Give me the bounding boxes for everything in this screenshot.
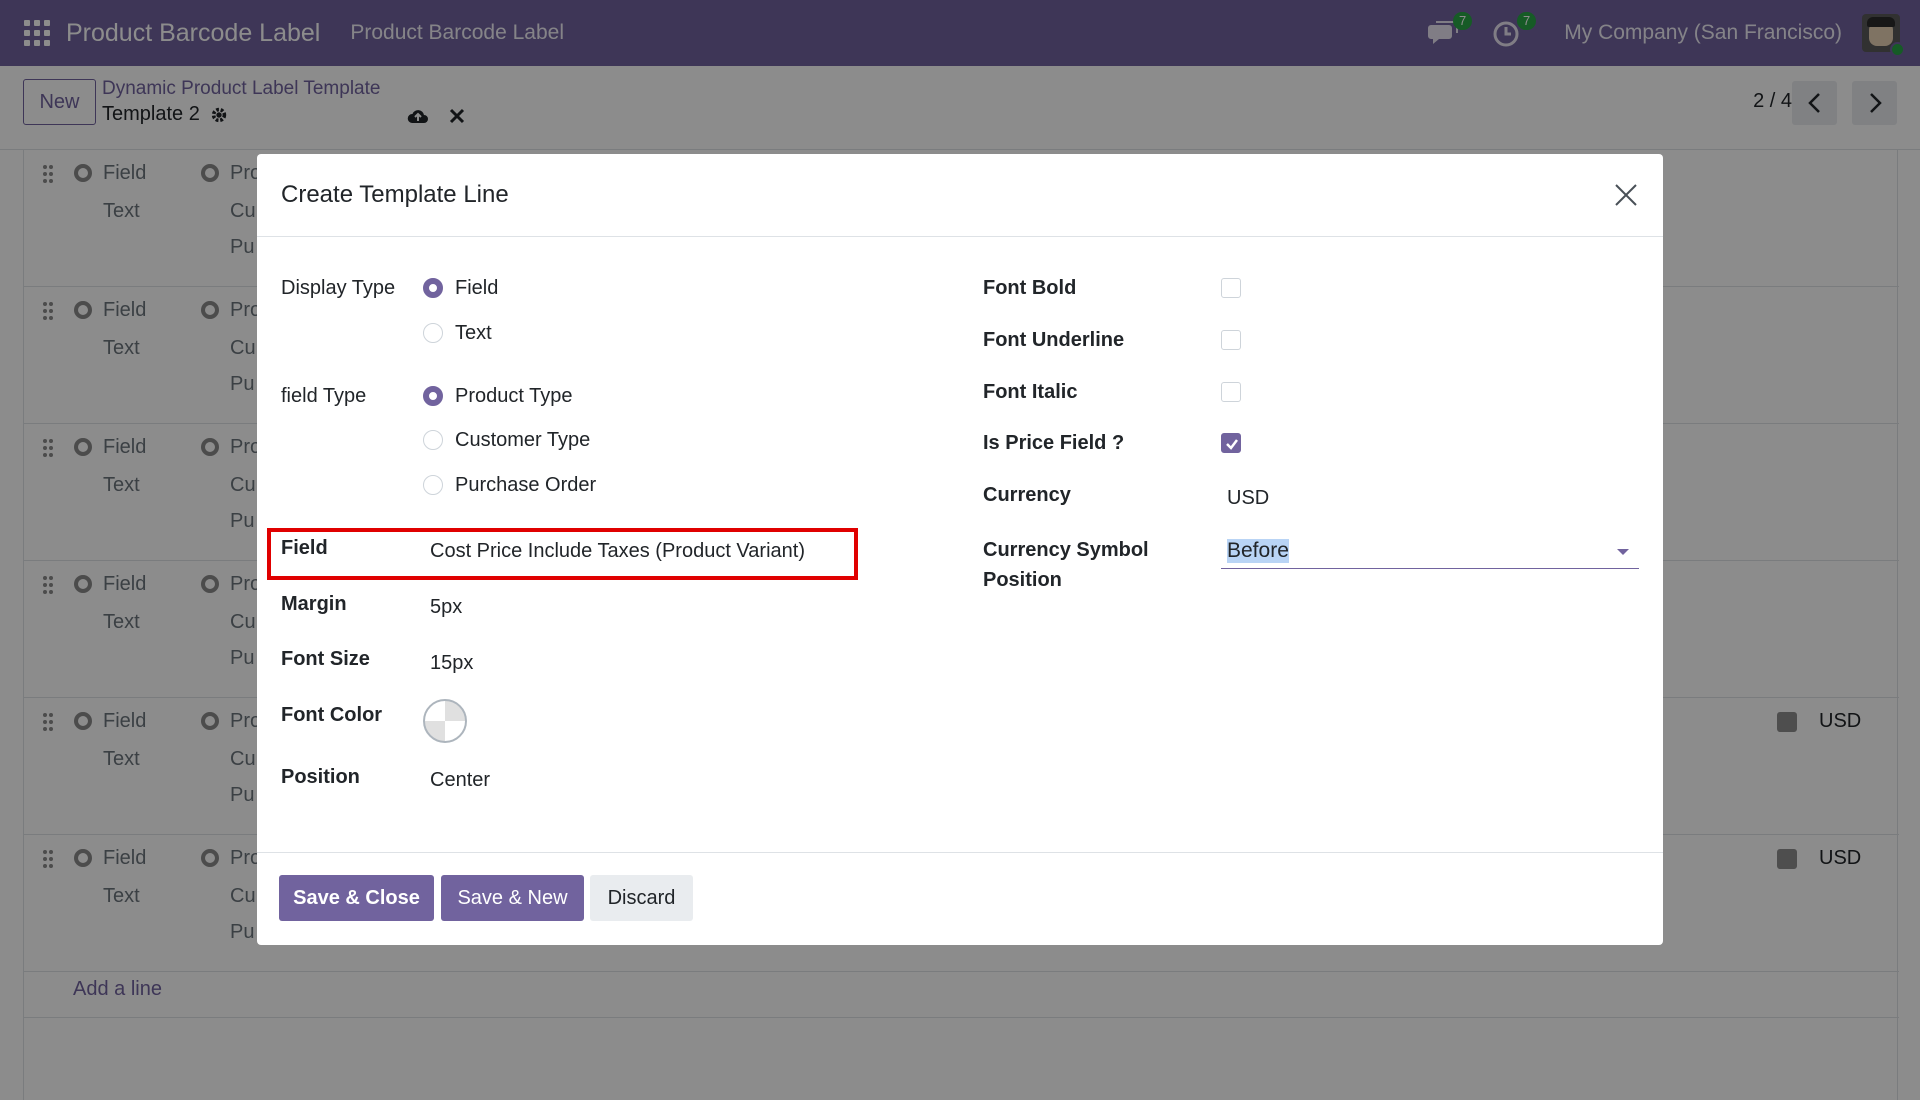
- caret-down-icon: [1617, 549, 1629, 555]
- font-bold-checkbox[interactable]: [1221, 278, 1241, 298]
- position-select[interactable]: Center: [430, 769, 490, 792]
- dialog-title: Create Template Line: [281, 181, 509, 208]
- create-template-line-dialog: Create Template Line Display Type Field …: [257, 154, 1663, 945]
- close-icon[interactable]: [1611, 180, 1641, 210]
- display-type-field-radio[interactable]: [423, 278, 443, 298]
- currency-label: Currency: [983, 484, 1071, 506]
- is-price-field-checkbox[interactable]: [1221, 433, 1241, 453]
- currency-symbol-position-select[interactable]: Before: [1221, 533, 1639, 569]
- font-italic-label: Font Italic: [983, 381, 1078, 403]
- font-size-input[interactable]: 15px: [430, 652, 473, 675]
- font-bold-label: Font Bold: [983, 277, 1077, 299]
- field-type-customer-radio[interactable]: [423, 430, 443, 450]
- display-type-text-radio[interactable]: [423, 323, 443, 343]
- field-type-product-option[interactable]: Product Type: [455, 385, 572, 408]
- field-label: Field: [281, 537, 328, 559]
- dialog-footer: Save & Close Save & New Discard: [257, 852, 1663, 945]
- field-type-label: field Type: [281, 385, 367, 407]
- field-input[interactable]: Cost Price Include Taxes (Product Varian…: [430, 540, 805, 563]
- currency-input[interactable]: USD: [1227, 487, 1269, 510]
- margin-input[interactable]: 5px: [430, 596, 462, 619]
- font-underline-checkbox[interactable]: [1221, 330, 1241, 350]
- currency-symbol-position-label-line2: Position: [983, 569, 1062, 591]
- font-italic-checkbox[interactable]: [1221, 382, 1241, 402]
- font-underline-label: Font Underline: [983, 329, 1125, 351]
- margin-label: Margin: [281, 593, 347, 615]
- save-and-close-button[interactable]: Save & Close: [279, 875, 434, 921]
- dialog-header: Create Template Line: [257, 154, 1663, 237]
- display-type-label: Display Type: [281, 277, 396, 299]
- font-color-label: Font Color: [281, 704, 383, 726]
- field-type-purchase-radio[interactable]: [423, 475, 443, 495]
- is-price-field-label: Is Price Field ?: [983, 432, 1125, 454]
- save-and-new-button[interactable]: Save & New: [441, 875, 584, 921]
- field-type-customer-option[interactable]: Customer Type: [455, 429, 590, 452]
- check-icon: [1226, 439, 1238, 450]
- display-type-field-option[interactable]: Field: [455, 277, 498, 300]
- font-size-label: Font Size: [281, 648, 370, 670]
- currency-symbol-position-label: Currency Symbol: [983, 539, 1149, 561]
- display-type-text-option[interactable]: Text: [455, 322, 492, 345]
- position-label: Position: [281, 766, 360, 788]
- field-type-product-radio[interactable]: [423, 386, 443, 406]
- font-color-picker[interactable]: [423, 699, 467, 743]
- discard-button[interactable]: Discard: [590, 875, 693, 921]
- currency-symbol-position-value: Before: [1227, 539, 1289, 563]
- field-type-purchase-option[interactable]: Purchase Order: [455, 474, 596, 497]
